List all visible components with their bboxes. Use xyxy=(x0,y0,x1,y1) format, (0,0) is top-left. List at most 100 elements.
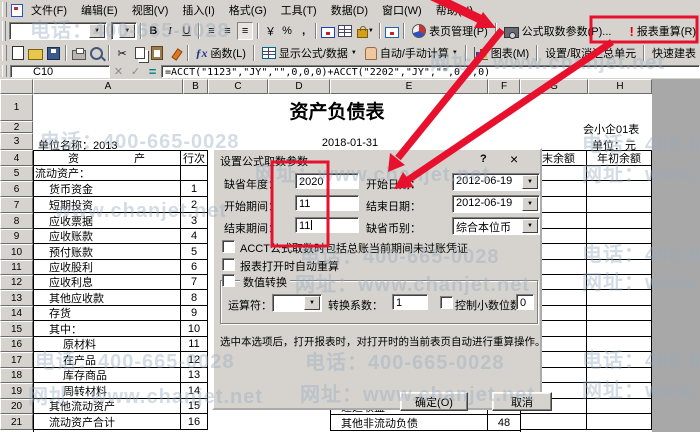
end-date-combo[interactable]: 2012-06-19 ▼ xyxy=(452,195,540,213)
formula-params-button[interactable]: 公式取数参数(P)... xyxy=(500,22,616,40)
end-balance-cell[interactable] xyxy=(520,414,587,430)
menu-item-7[interactable]: 数据(D) xyxy=(324,0,375,20)
toolbar-handle[interactable] xyxy=(2,65,7,78)
corner-select-all-cell[interactable] xyxy=(0,79,33,94)
asset-row-cell-21[interactable]: 流动资产合计 xyxy=(33,414,181,430)
line-number-cell-5[interactable] xyxy=(181,166,208,181)
align-left-icon[interactable]: ≡ xyxy=(204,23,219,39)
asset-row-cell-11[interactable]: 应收股利 xyxy=(33,260,181,275)
begin-balance-cell[interactable] xyxy=(587,166,652,181)
begin-balance-cell[interactable] xyxy=(587,399,652,414)
default-year-input[interactable]: 2020 xyxy=(295,173,359,189)
row-header-2[interactable]: 2 xyxy=(0,121,33,133)
paste-icon[interactable] xyxy=(149,45,165,61)
asset-row-cell-16[interactable]: 原材料 xyxy=(33,337,181,352)
line-number-cell-9[interactable]: 4 xyxy=(181,229,208,244)
borders-icon[interactable] xyxy=(337,23,352,39)
cut-icon[interactable]: ✂ xyxy=(114,45,130,61)
row-header-8[interactable]: 8 xyxy=(0,213,33,229)
asset-row-cell-20[interactable]: 其他流动资产 xyxy=(33,399,181,414)
chevron-down-icon[interactable]: ▼ xyxy=(522,197,538,211)
menu-item-9[interactable]: 帮助(H) xyxy=(429,0,480,20)
line-number-cell-16[interactable]: 11 xyxy=(181,337,208,352)
chevron-down-icon[interactable]: ▼ xyxy=(89,24,105,38)
format-painter-icon[interactable] xyxy=(167,45,183,61)
begin-balance-cell[interactable] xyxy=(587,197,652,213)
menu-item-3[interactable]: 视图(V) xyxy=(125,0,176,20)
help-icon[interactable]: ? xyxy=(480,153,487,165)
begin-balance-cell[interactable] xyxy=(587,260,652,275)
line-number-header-cell[interactable]: 行次 xyxy=(181,150,208,166)
row-header-3[interactable]: 3 xyxy=(0,133,33,150)
page-manage-button[interactable]: 表页管理(P) xyxy=(408,22,492,40)
acct-checkbox[interactable] xyxy=(222,240,235,253)
font-family-combo[interactable]: ▼ xyxy=(9,22,107,40)
merge-cells-icon[interactable] xyxy=(321,23,336,39)
chart-button[interactable]: 图表(M) xyxy=(470,44,534,62)
line-number-cell-20[interactable]: 15 xyxy=(181,399,208,414)
menu-item-4[interactable]: 插入(I) xyxy=(175,0,221,20)
cancel-entry-icon[interactable]: ✕ xyxy=(111,63,126,79)
begin-balance-cell[interactable] xyxy=(587,368,652,383)
column-header-G[interactable]: G xyxy=(520,79,588,94)
asset-row-cell-18[interactable]: 库存商品 xyxy=(33,368,181,383)
decimal-input[interactable]: 0 xyxy=(516,294,534,310)
menu-item-8[interactable]: 窗口(W) xyxy=(375,0,429,20)
chevron-down-icon[interactable]: ▼ xyxy=(304,296,320,310)
row-header-10[interactable]: 10 xyxy=(0,244,33,260)
confirm-entry-icon[interactable]: ✓ xyxy=(128,63,143,79)
open-file-icon[interactable] xyxy=(28,45,44,61)
formula-input[interactable]: =ACCT("1123","JY","",0,0,0)+ACCT("2202",… xyxy=(161,65,700,78)
toolbar-handle[interactable] xyxy=(2,21,6,40)
line-number-cell-21[interactable]: 16 xyxy=(181,414,208,430)
quick-table-button[interactable]: 快速建表 xyxy=(648,44,700,62)
factor-input[interactable]: 1 xyxy=(392,294,428,310)
liability-line-number-cell[interactable]: 48 xyxy=(487,414,521,431)
row-header-5[interactable]: 5 xyxy=(0,166,33,181)
print-preview-icon[interactable] xyxy=(89,45,105,61)
show-formula-data-button[interactable]: 显示公式/数据 ▼ xyxy=(258,44,361,62)
begin-balance-header-cell[interactable]: 年初余额 xyxy=(587,150,652,166)
column-header-D[interactable]: D xyxy=(268,79,330,94)
line-number-cell-13[interactable]: 8 xyxy=(181,290,208,306)
edit-formula-icon[interactable]: = xyxy=(145,63,160,79)
asset-header-cell[interactable]: 资 产 xyxy=(33,150,181,166)
convert-checkbox[interactable] xyxy=(222,274,235,287)
function-button[interactable]: ƒx 函数(L) xyxy=(192,44,250,62)
asset-row-cell-15[interactable]: 其中： xyxy=(33,321,181,337)
asset-row-cell-7[interactable]: 短期投资 xyxy=(33,197,181,213)
start-date-combo[interactable]: 2012-06-19 ▼ xyxy=(452,173,540,191)
ok-button[interactable]: 确定(O) xyxy=(400,392,468,411)
chevron-down-icon[interactable]: ▼ xyxy=(351,50,357,56)
begin-balance-cell[interactable] xyxy=(587,213,652,229)
line-number-cell-7[interactable]: 2 xyxy=(181,197,208,213)
row-header-20[interactable]: 20 xyxy=(0,399,33,414)
begin-balance-cell[interactable] xyxy=(587,352,652,368)
line-number-cell-8[interactable]: 3 xyxy=(181,213,208,229)
asset-row-cell-5[interactable]: 流动资产： xyxy=(33,166,181,181)
align-center-icon[interactable]: ≡ xyxy=(220,23,235,39)
column-header-H[interactable]: H xyxy=(588,79,652,94)
begin-balance-cell[interactable] xyxy=(587,275,652,290)
begin-balance-cell[interactable] xyxy=(587,181,652,197)
asset-row-cell-13[interactable]: 其他应收款 xyxy=(33,290,181,306)
column-header-E[interactable]: E xyxy=(330,79,488,94)
row-header-15[interactable]: 15 xyxy=(0,321,33,337)
summary-cell-button[interactable]: 设置/取消汇总单元 xyxy=(541,44,640,62)
liability-row-cell[interactable]: 其他非流动负债 xyxy=(330,414,488,431)
row-header-21[interactable]: 21 xyxy=(0,414,33,430)
print-icon[interactable] xyxy=(71,45,87,61)
font-size-combo[interactable]: ▼ xyxy=(111,22,137,40)
new-file-icon[interactable] xyxy=(11,45,27,61)
comma-style-icon[interactable]: , xyxy=(296,23,311,39)
begin-balance-cell[interactable] xyxy=(587,321,652,337)
row-header-11[interactable]: 11 xyxy=(0,260,33,275)
row-header-13[interactable]: 13 xyxy=(0,290,33,306)
begin-balance-cell[interactable] xyxy=(587,306,652,321)
end-period-input[interactable]: 11 xyxy=(295,217,359,233)
begin-balance-cell[interactable] xyxy=(587,290,652,306)
decimal-checkbox[interactable] xyxy=(440,296,453,309)
underline-button[interactable]: U xyxy=(179,23,194,39)
asset-row-cell-17[interactable]: 在产品 xyxy=(33,352,181,368)
menu-item-2[interactable]: 编辑(E) xyxy=(74,0,125,20)
